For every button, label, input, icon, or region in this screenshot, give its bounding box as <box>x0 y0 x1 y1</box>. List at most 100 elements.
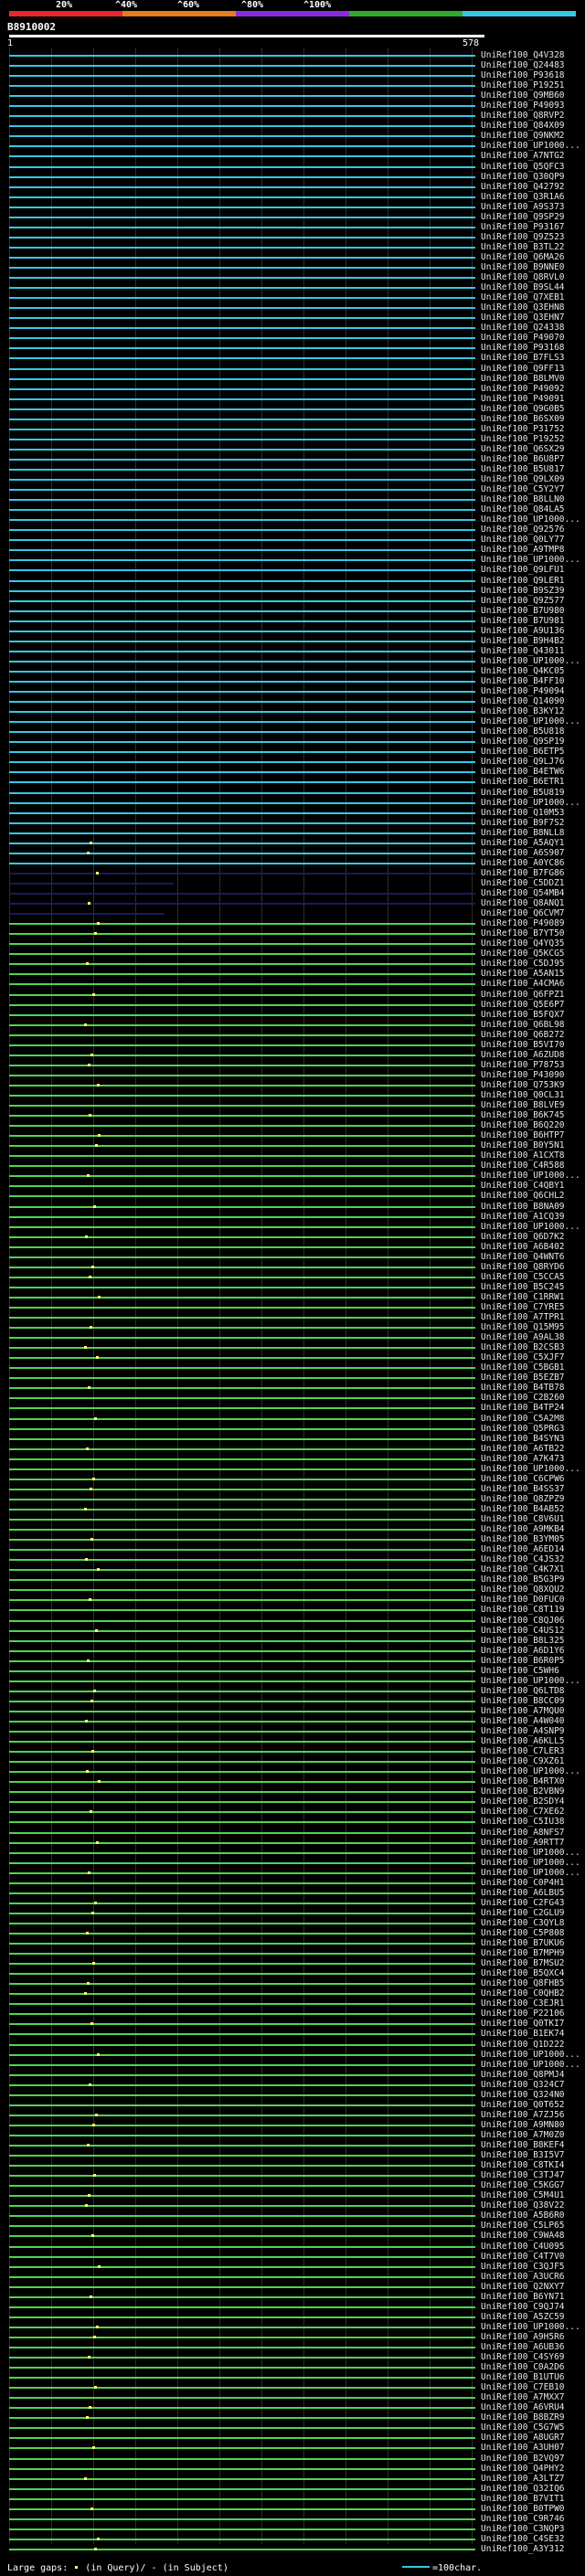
hit-row[interactable]: UniRef100_C5P808 <box>0 1929 585 1938</box>
hit-row[interactable]: UniRef100_B3TL22 <box>0 242 585 252</box>
subject-id[interactable]: UniRef100_Q753K9 <box>481 1080 565 1090</box>
hit-row[interactable]: UniRef100_C6CPW6 <box>0 1474 585 1484</box>
hit-row[interactable]: UniRef100_Q5QFC3 <box>0 162 585 172</box>
subject-id[interactable]: UniRef100_Q9SP29 <box>481 212 565 222</box>
hit-row[interactable]: UniRef100_A7ZJ56 <box>0 2110 585 2120</box>
hit-row[interactable]: UniRef100_B6ETP5 <box>0 747 585 757</box>
hit-row[interactable]: UniRef100_A1CXT8 <box>0 1151 585 1161</box>
hit-row[interactable]: UniRef100_P93168 <box>0 344 585 353</box>
subject-id[interactable]: UniRef100_B4ETW6 <box>481 768 565 777</box>
hit-row[interactable]: UniRef100_Q9SP29 <box>0 212 585 222</box>
subject-id[interactable]: UniRef100_A6KLL5 <box>481 1737 565 1746</box>
subject-id[interactable]: UniRef100_Q6BL98 <box>481 1020 565 1030</box>
hit-row[interactable]: UniRef100_C4T7V0 <box>0 2252 585 2262</box>
hit-row[interactable]: UniRef100_C5DDZ1 <box>0 878 585 888</box>
hit-row[interactable]: UniRef100_C3QYL8 <box>0 1918 585 1928</box>
subject-id[interactable]: UniRef100_Q0CL31 <box>481 1090 565 1100</box>
subject-id[interactable]: UniRef100_Q6MA26 <box>481 252 565 262</box>
hit-row[interactable]: UniRef100_P19252 <box>0 434 585 444</box>
subject-id[interactable]: UniRef100_B7VIT1 <box>481 2494 565 2504</box>
subject-id[interactable]: UniRef100_C2FG43 <box>481 1898 565 1908</box>
subject-id[interactable]: UniRef100_B4FF10 <box>481 677 565 686</box>
subject-id[interactable]: UniRef100_Q30QP9 <box>481 172 565 182</box>
subject-id[interactable]: UniRef100_UP1000... <box>481 1858 580 1868</box>
hit-row[interactable]: UniRef100_C2B260 <box>0 1394 585 1403</box>
hit-row[interactable]: UniRef100_C5LP65 <box>0 2221 585 2231</box>
subject-id[interactable]: UniRef100_B9SL44 <box>481 283 565 292</box>
hit-row[interactable]: UniRef100_B5QXC4 <box>0 1969 585 1978</box>
subject-id[interactable]: UniRef100_B8LVE9 <box>481 1101 565 1110</box>
subject-id[interactable]: UniRef100_P49094 <box>481 687 565 696</box>
subject-id[interactable]: UniRef100_Q7XEB1 <box>481 293 565 302</box>
subject-id[interactable]: UniRef100_C4SY69 <box>481 2353 565 2362</box>
subject-id[interactable]: UniRef100_P22106 <box>481 2009 565 2019</box>
hit-row[interactable]: UniRef100_B5EZB7 <box>0 1373 585 1383</box>
hit-row[interactable]: UniRef100_A9MKB4 <box>0 1525 585 1534</box>
hit-row[interactable]: UniRef100_A6D1Y6 <box>0 1646 585 1656</box>
subject-id[interactable]: UniRef100_C2B260 <box>481 1394 565 1403</box>
subject-id[interactable]: UniRef100_B4RTX0 <box>481 1777 565 1786</box>
subject-id[interactable]: UniRef100_A7MQU0 <box>481 1706 565 1716</box>
subject-id[interactable]: UniRef100_P49070 <box>481 334 565 343</box>
hit-row[interactable]: UniRef100_C9WA48 <box>0 2231 585 2241</box>
subject-id[interactable]: UniRef100_B8KEF4 <box>481 2141 565 2150</box>
hit-row[interactable]: UniRef100_B8BZR9 <box>0 2413 585 2422</box>
hit-row[interactable]: UniRef100_Q6CVM7 <box>0 909 585 918</box>
subject-id[interactable]: UniRef100_C3QJF5 <box>481 2262 565 2272</box>
subject-id[interactable]: UniRef100_Q5KCG5 <box>481 949 565 959</box>
hit-row[interactable]: UniRef100_C5Y2Y7 <box>0 485 585 494</box>
hit-row[interactable]: UniRef100_Q9G0B5 <box>0 404 585 414</box>
subject-id[interactable]: UniRef100_A7MXX7 <box>481 2393 565 2402</box>
hit-row[interactable]: UniRef100_Q43011 <box>0 646 585 656</box>
subject-id[interactable]: UniRef100_A9AL38 <box>481 1333 565 1342</box>
subject-id[interactable]: UniRef100_UP1000... <box>481 1222 580 1232</box>
subject-id[interactable]: UniRef100_A5AQY1 <box>481 838 565 848</box>
subject-id[interactable]: UniRef100_A4SNP9 <box>481 1727 565 1736</box>
hit-row[interactable]: UniRef100_B4SS37 <box>0 1484 585 1494</box>
hit-row[interactable]: UniRef100_B3KY12 <box>0 707 585 716</box>
subject-id[interactable]: UniRef100_B7U980 <box>481 606 565 616</box>
subject-id[interactable]: UniRef100_A7M0Z0 <box>481 2130 565 2140</box>
hit-row[interactable]: UniRef100_P49091 <box>0 394 585 404</box>
hit-row[interactable]: UniRef100_A6TB22 <box>0 1444 585 1454</box>
subject-id[interactable]: UniRef100_P19252 <box>481 434 565 444</box>
subject-id[interactable]: UniRef100_P49089 <box>481 919 565 928</box>
subject-id[interactable]: UniRef100_C5IU38 <box>481 1818 565 1827</box>
subject-id[interactable]: UniRef100_B7MSU2 <box>481 1959 565 1968</box>
hit-row[interactable]: UniRef100_C5KGG7 <box>0 2181 585 2190</box>
subject-id[interactable]: UniRef100_Q6D7K2 <box>481 1232 565 1242</box>
hit-row[interactable]: UniRef100_A6VRU4 <box>0 2403 585 2412</box>
subject-id[interactable]: UniRef100_B8CC09 <box>481 1696 565 1706</box>
hit-row[interactable]: UniRef100_C3EJR1 <box>0 1999 585 2009</box>
subject-id[interactable]: UniRef100_A9H5R6 <box>481 2332 565 2342</box>
subject-id[interactable]: UniRef100_Q3EHN7 <box>481 313 565 323</box>
hit-row[interactable]: UniRef100_UP1000... <box>0 2060 585 2070</box>
subject-id[interactable]: UniRef100_B9NNE0 <box>481 263 565 272</box>
subject-id[interactable]: UniRef100_B5U818 <box>481 727 565 737</box>
subject-id[interactable]: UniRef100_Q0LY77 <box>481 535 565 545</box>
hit-row[interactable]: UniRef100_C4QBY1 <box>0 1182 585 1191</box>
subject-id[interactable]: UniRef100_Q10M53 <box>481 808 565 818</box>
hit-row[interactable]: UniRef100_A7NTG2 <box>0 152 585 161</box>
subject-id[interactable]: UniRef100_UP1000... <box>481 1676 580 1686</box>
hit-row[interactable]: UniRef100_C4SE32 <box>0 2534 585 2544</box>
subject-id[interactable]: UniRef100_P43090 <box>481 1070 565 1080</box>
hit-row[interactable]: UniRef100_A8NFS7 <box>0 1828 585 1838</box>
hit-row[interactable]: UniRef100_Q5KCG5 <box>0 949 585 959</box>
hit-row[interactable]: UniRef100_A3LTZ7 <box>0 2474 585 2484</box>
hit-row[interactable]: UniRef100_A7MXX7 <box>0 2393 585 2402</box>
subject-id[interactable]: UniRef100_Q2NXY7 <box>481 2282 565 2292</box>
subject-id[interactable]: UniRef100_Q24483 <box>481 61 565 70</box>
hit-row[interactable]: UniRef100_C7YRE5 <box>0 1303 585 1312</box>
subject-id[interactable]: UniRef100_UP1000... <box>481 1171 580 1181</box>
subject-id[interactable]: UniRef100_C5M4U1 <box>481 2191 565 2200</box>
hit-row[interactable]: UniRef100_Q8RVL0 <box>0 273 585 282</box>
hit-row[interactable]: UniRef100_B7MSU2 <box>0 1959 585 1968</box>
subject-id[interactable]: UniRef100_A3LTZ7 <box>481 2474 565 2484</box>
hit-row[interactable]: UniRef100_Q6MA26 <box>0 252 585 262</box>
hit-row[interactable]: UniRef100_Q9FF13 <box>0 364 585 374</box>
subject-id[interactable]: UniRef100_B4SS37 <box>481 1484 565 1494</box>
hit-row[interactable]: UniRef100_A7K473 <box>0 1454 585 1464</box>
subject-id[interactable]: UniRef100_Q42792 <box>481 182 565 192</box>
hit-row[interactable]: UniRef100_A0YC86 <box>0 858 585 868</box>
